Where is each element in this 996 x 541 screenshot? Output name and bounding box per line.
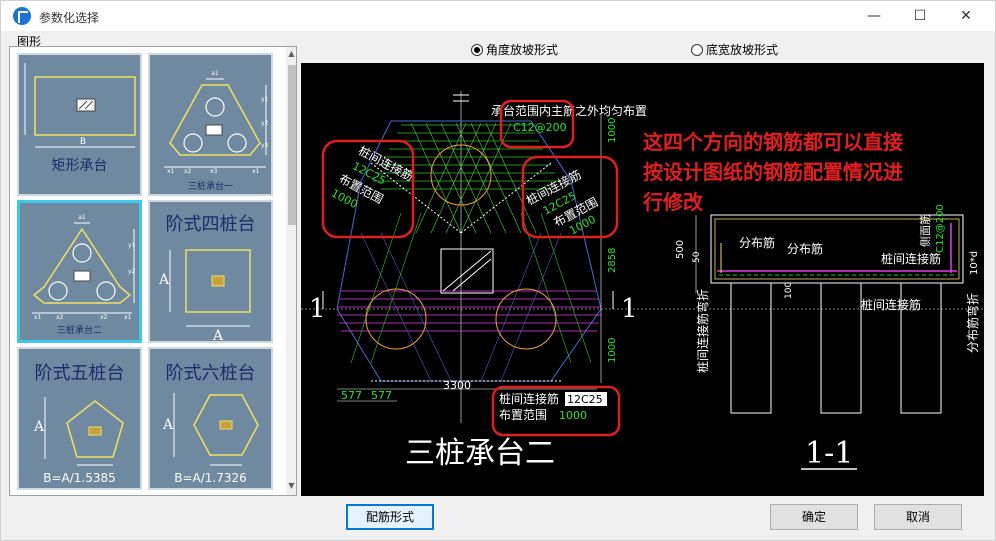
thumb2-dim-y3: y3 — [261, 142, 269, 149]
shape-thumb-step-six[interactable]: 阶式六桩台 A B=A/1.7326 — [148, 347, 273, 490]
thumb2-dim-x3: x3 — [210, 168, 218, 175]
scroll-thumb[interactable] — [288, 65, 296, 225]
sec-zhuangjian-1: 桩间连接筋 — [881, 251, 941, 266]
sec-10d: 10*d — [969, 251, 980, 275]
window-title: 参数化选择 — [39, 11, 100, 25]
thumb2-dim-y1: y1 — [261, 96, 269, 103]
annotation-line-2: 按设计图纸的钢筋配置情况进 — [643, 160, 903, 184]
minimize-button[interactable]: — — [851, 1, 897, 31]
drawing-title: 三桩承台二 — [405, 436, 555, 471]
thumb3-dim-x1b: x1 — [124, 314, 132, 321]
thumb3-dim-x2b: x2 — [100, 314, 108, 321]
thumb6-dim-a: A — [162, 417, 174, 433]
thumb3-dim-x1: x1 — [34, 314, 42, 321]
close-button[interactable]: ✕ — [943, 1, 989, 31]
annotation-line-1: 这四个方向的钢筋都可以直接 — [643, 130, 903, 154]
thumb2-dim-x2: x2 — [184, 168, 192, 175]
annotation-line-3: 行修改 — [642, 190, 704, 214]
thumb3-dim-y1: y1 — [128, 242, 136, 249]
thumb2-dim-a1: a1 — [211, 70, 219, 77]
radio-width-indicator[interactable] — [691, 44, 703, 56]
sec-dim-100: 100 — [784, 282, 794, 299]
scroll-down-icon[interactable]: ▼ — [286, 481, 296, 493]
bottom-rebar: 12C25 — [567, 393, 603, 406]
drawing-canvas: 1 1 1000 2858 1000 3300 577 577 承台范围内主筋之… — [301, 63, 984, 496]
radio-angle-label: 角度放坡形式 — [486, 43, 559, 57]
shape-list-scrollbar[interactable]: ▲ ▼ — [286, 47, 296, 495]
thumb6-formula: B=A/1.7326 — [174, 471, 247, 485]
radio-width-label: 底宽放坡形式 — [706, 43, 779, 57]
sec-wanzhe-right: 分布筋弯折 — [965, 293, 980, 353]
thumb3-dim-x2: x2 — [56, 314, 64, 321]
thumb3-dim-a1: a1 — [78, 214, 86, 221]
top-rebar: C12@200 — [513, 121, 567, 134]
thumb5-formula: B=A/1.5385 — [43, 471, 116, 485]
rebar-form-button[interactable]: 配筋形式 — [346, 504, 434, 530]
section-title: 1-1 — [805, 436, 853, 471]
thumb-rect-dim: B — [80, 137, 86, 147]
shape-thumb-three-pile-1[interactable]: a1 x1 x2 x3 x1 y1 y2 y3 三桩承台一 — [148, 53, 273, 196]
radio-angle-indicator[interactable] — [471, 44, 483, 56]
dialog-window: 参数化选择 — ☐ ✕ 图形 B 矩形承台 a1 x1 x2 x3 x1 y1 … — [0, 0, 996, 541]
radio-width-slope[interactable]: 底宽放坡形式 — [691, 41, 778, 57]
sec-cejin-rebar: C12@200 — [935, 204, 946, 253]
bottom-label-2: 布置范围 — [499, 408, 547, 422]
thumb-label-three-pile-2: 三桩承台二 — [56, 326, 102, 336]
scroll-up-icon[interactable]: ▲ — [286, 49, 296, 61]
thumb2-dim-x1b: x1 — [252, 168, 260, 175]
top-note: 承台范围内主筋之外均匀布置 — [491, 103, 647, 118]
shape-thumb-three-pile-2[interactable]: a1 x1 x2 x2 x1 y1 y2 三桩承台二 — [17, 200, 142, 343]
dim-3300: 3300 — [443, 379, 471, 392]
sec-fenbujin-1: 分布筋 — [739, 235, 775, 250]
thumb5-dim-a: A — [33, 419, 45, 435]
dim-1000-top: 1000 — [607, 118, 618, 143]
shape-list: B 矩形承台 a1 x1 x2 x3 x1 y1 y2 y3 三桩承台一 a1 … — [9, 46, 297, 496]
sec-wanzhe-left: 桩间连接筋弯折 — [695, 289, 710, 373]
thumb2-dim-y2: y2 — [261, 120, 269, 127]
sec-fenbujin-2: 分布筋 — [787, 241, 823, 256]
section-drawing: 500 50 100 分布筋 分布筋 桩间连接筋 桩间连接筋 侧面筋 C12@2… — [675, 204, 980, 471]
sec-dim-50: 50 — [692, 251, 702, 263]
dim-1000-bottom: 1000 — [607, 338, 618, 363]
thumb4-dim-a: A — [158, 272, 170, 288]
section-mark-right: 1 — [621, 294, 638, 324]
sec-cejin: 侧面筋 — [918, 214, 932, 247]
thumb2-dim-x1: x1 — [167, 168, 175, 175]
thumb-label-three-pile-1: 三桩承台一 — [187, 182, 233, 192]
thumb-label-rect: 矩形承台 — [51, 158, 108, 174]
dim-577-b: 577 — [371, 389, 392, 402]
cancel-button[interactable]: 取消 — [874, 504, 962, 530]
shape-thumb-rect[interactable]: B 矩形承台 — [17, 53, 142, 196]
thumb4-dim-b: A — [212, 328, 224, 341]
dim-2858: 2858 — [607, 248, 618, 273]
bottom-label-1: 桩间连接筋 — [499, 391, 559, 406]
sec-dim-500: 500 — [675, 240, 686, 259]
section-mark-left: 1 — [309, 294, 326, 324]
ok-button[interactable]: 确定 — [770, 504, 858, 530]
radio-angle-slope[interactable]: 角度放坡形式 — [471, 41, 558, 57]
bottom-range: 1000 — [559, 409, 587, 422]
title-bar[interactable]: 参数化选择 — ☐ ✕ — [1, 1, 995, 31]
maximize-button[interactable]: ☐ — [897, 1, 943, 31]
app-icon — [13, 7, 31, 25]
thumb3-dim-y2: y2 — [128, 268, 136, 275]
shape-thumb-step-five[interactable]: 阶式五桩台 A B=A/1.5385 — [17, 347, 142, 490]
shape-thumb-step-four[interactable]: 阶式四桩台 A A — [148, 200, 273, 343]
dim-577-a: 577 — [341, 389, 362, 402]
sec-zhuangjian-2: 桩间连接筋 — [861, 297, 921, 312]
